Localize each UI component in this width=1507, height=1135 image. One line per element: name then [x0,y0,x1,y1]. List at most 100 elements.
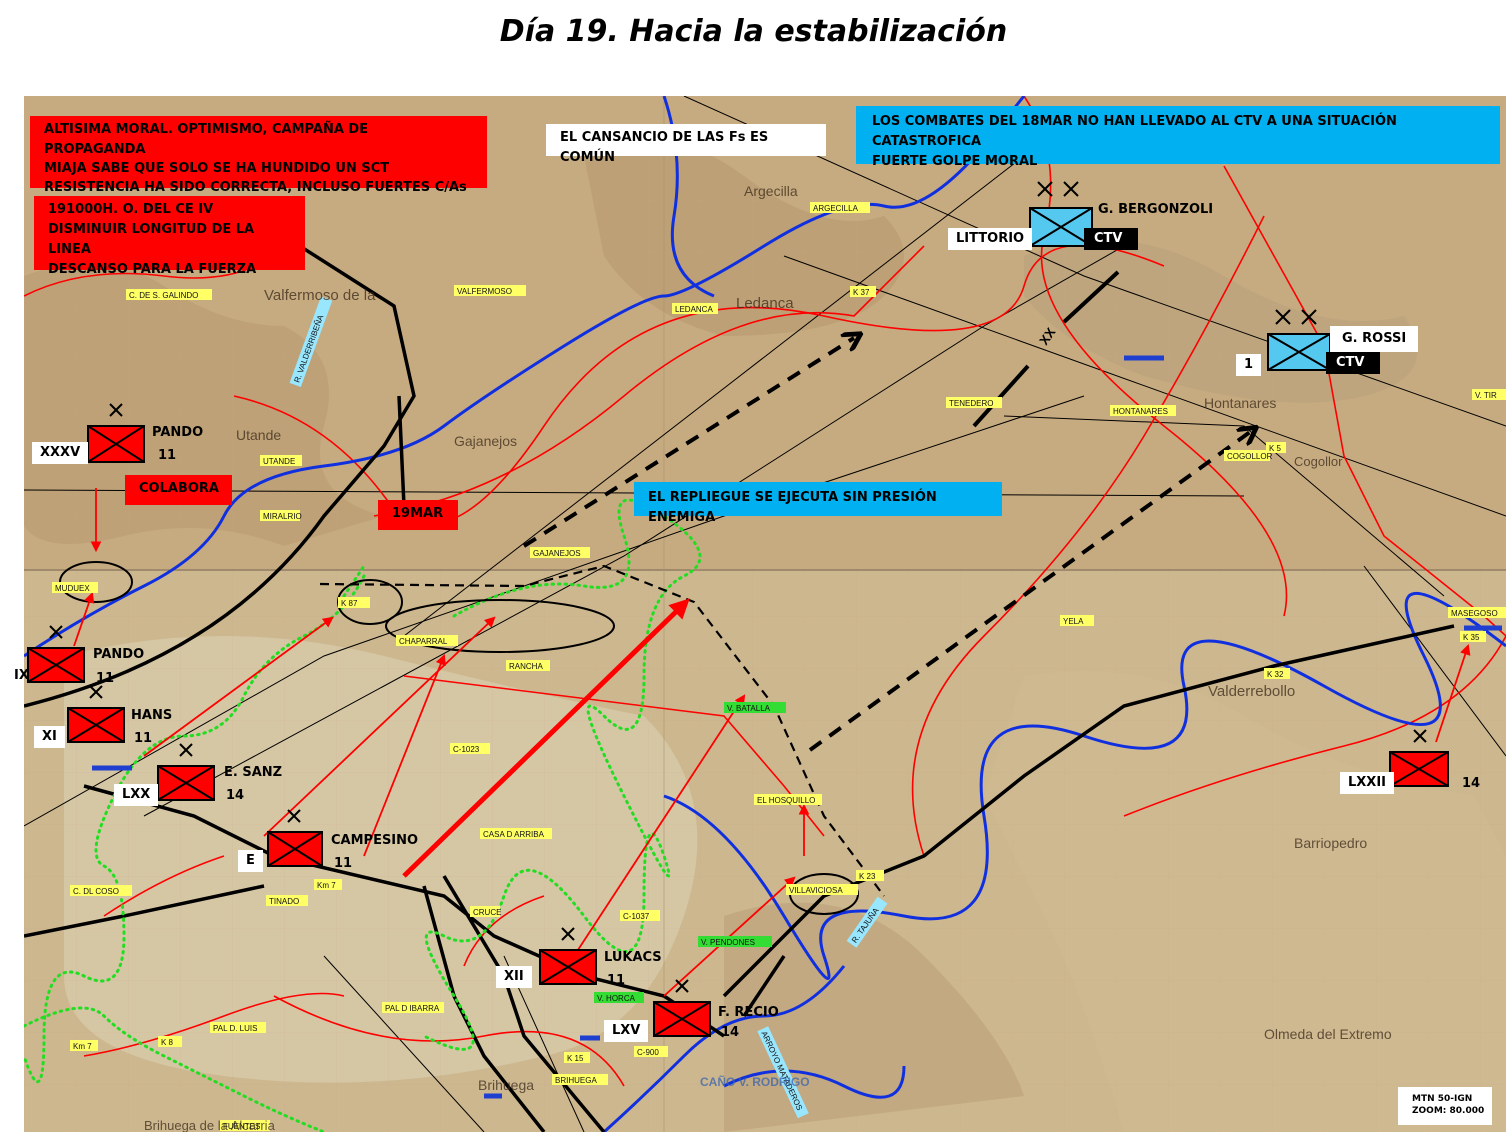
unit-id-lxv: LXV [604,1020,649,1042]
ctv-line-2: FUERTE GOLPE MORAL [872,154,1038,169]
svg-text:LEDANCA: LEDANCA [675,305,713,314]
svg-text:VALFERMOSO: VALFERMOSO [457,287,512,296]
place-tirol: V. TIR [1472,389,1506,400]
svg-text:RANCHA: RANCHA [509,662,543,671]
svg-text:CASA D ARRIBA: CASA D ARRIBA [483,830,545,839]
svg-text:TENEDERO: TENEDERO [949,399,993,408]
unit-commander-ix: PANDO [93,647,145,662]
svg-text:V. HORCA: V. HORCA [597,994,636,1003]
svg-text:COGOLLOR: COGOLLOR [1227,452,1273,461]
svg-text:HONTANARES: HONTANARES [1113,407,1168,416]
svg-text:MIRALRIO: MIRALRIO [263,512,302,521]
svg-text:PAL D IBARRA: PAL D IBARRA [385,1004,440,1013]
svg-text:C-1037: C-1037 [623,912,650,921]
svg-text:EL HOSQUILLO: EL HOSQUILLO [757,796,815,805]
place-k37: K 37 [850,286,876,297]
scale-box: MTN 50-IGN ZOOM: 80.000 [1398,1087,1492,1125]
svg-text:K 23: K 23 [859,872,876,881]
date-note: 19MAR [378,500,458,530]
svg-text:CRUCE: CRUCE [473,908,501,917]
unit-id-lxxii: LXXII [1340,772,1395,794]
place-miralrio: MIRALRIO [260,510,302,521]
svg-text:TINADO: TINADO [269,897,299,906]
svg-text:Km 7: Km 7 [317,881,336,890]
order-line-2: DISMINUIR LONGITUD DE LA LINEA [48,222,255,257]
unit-division-lxx: 14 [226,788,245,803]
fatigue-note: EL CANSANCIO DE LAS Fs ES COMÚN [546,124,826,165]
svg-text:K 32: K 32 [1267,670,1284,679]
unit-id-littorio: LITTORIO [948,228,1033,250]
unit-division-lxxii: 14 [1462,776,1481,791]
svg-text:K 37: K 37 [853,288,870,297]
svg-text:V. TIR: V. TIR [1475,391,1497,400]
unit-division-ix: 11 [96,671,115,686]
unit-division-e: 11 [334,856,353,871]
svg-text:Utande: Utande [236,427,281,443]
place-mudujex: MUDUEX [52,582,98,593]
svg-text:UTANDE: UTANDE [263,457,295,466]
unit-commander-xxxv: PANDO [152,425,204,440]
place-c900: C-900 [634,1046,668,1057]
svg-text:Cogollor: Cogollor [1294,454,1343,469]
svg-text:Km 7: Km 7 [73,1042,92,1051]
place-argecilla: ARGECILLA [810,202,870,213]
order-note: 191000H. O. DEL CE IV DISMINUIR LONGITUD… [34,196,305,277]
unit-commander-xii: LUKACS [604,950,662,965]
unit-id-xi: XI [34,726,65,748]
place-galindo: C. DE S. GALINDO [126,289,212,300]
svg-text:Brihuega: Brihuega [478,1077,534,1093]
place-gajanejos: GAJANEJOS [530,547,590,558]
place-k5: K 5 [1266,442,1286,453]
place-c1023: C-1023 [450,743,490,754]
place-valfermoso: VALFERMOSO [454,285,526,296]
svg-text:BRIHUEGA: BRIHUEGA [555,1076,597,1085]
date-text: 19MAR [392,506,444,521]
place-coso: C. DL COSO [70,885,132,896]
unit-division-xi: 11 [134,731,153,746]
svg-text:Argecilla: Argecilla [744,183,798,199]
map-title: Día 19. Hacia la estabilización [499,14,1008,49]
svg-text:Gajanejos: Gajanejos [454,433,517,449]
place-pendones: V. PENDONES [698,936,772,947]
svg-text:C-900: C-900 [637,1048,659,1057]
place-km7b: Km 7 [70,1040,98,1051]
place-k23: K 23 [856,870,884,881]
unit-id-rossi: 1 [1236,354,1262,376]
unit-commander-xi: HANS [131,708,173,723]
svg-text:K 5: K 5 [1269,444,1282,453]
order-line-1: 191000H. O. DEL CE IV [48,202,214,217]
withdrawal-note: EL REPLIEGUE SE EJECUTA SIN PRESIÓN ENEM… [634,482,1002,525]
place-hontanares: HONTANARES [1110,405,1176,416]
river-label-rodrigo: CAÑO V. RODRIGO [700,1074,810,1089]
place-yela: YELA [1060,615,1094,626]
svg-text:K 87: K 87 [341,599,358,608]
moral-line-1: ALTISIMA MORAL. OPTIMISMO, CAMPAÑA DE PR… [44,122,369,157]
unit-id-xxxv: XXXV [32,442,89,464]
svg-text:ARGECILLA: ARGECILLA [813,204,859,213]
moral-note: ALTISIMA MORAL. OPTIMISMO, CAMPAÑA DE PR… [30,116,487,195]
ctv-line-1: LOS COMBATES DEL 18MAR NO HAN LLEVADO AL… [872,114,1397,149]
unit-commander-rossi: G. ROSSI [1330,326,1419,352]
moral-line-2: MIAJA SABE QUE SOLO SE HA HUNDIDO UN SCT [44,161,390,176]
withdrawal-text: EL REPLIEGUE SE EJECUTA SIN PRESIÓN ENEM… [648,490,937,525]
place-masegoso: MASEGOSO [1448,607,1506,618]
svg-text:Ledanca: Ledanca [736,295,794,312]
place-horca: V. HORCA [594,992,644,1003]
svg-text:PAL D. LUIS: PAL D. LUIS [213,1024,257,1033]
place-rancha: RANCHA [506,660,550,671]
place-casa-arriba: CASA D ARRIBA [480,828,552,839]
place-k32: K 32 [1264,668,1290,679]
place-hosquillo: EL HOSQUILLO [754,794,822,805]
place-villaviciosa: VILLAVICIOSA [786,884,858,895]
colabora-text: COLABORA [139,481,219,496]
svg-text:K 35: K 35 [1463,633,1480,642]
scale-sheet: MTN 50-IGN [1412,1094,1473,1104]
place-km7: Km 7 [314,879,342,890]
unit-commander-lxx: E. SANZ [224,765,283,780]
unit-id-xii: XII [496,966,532,988]
fatigue-text: EL CANSANCIO DE LAS Fs ES COMÚN [560,130,769,165]
unit-commander-littorio: G. BERGONZOLI [1098,202,1214,217]
svg-text:YELA: YELA [1063,617,1084,626]
svg-text:C. DE S. GALINDO: C. DE S. GALINDO [129,291,198,300]
unit-id-e: E [238,850,263,872]
